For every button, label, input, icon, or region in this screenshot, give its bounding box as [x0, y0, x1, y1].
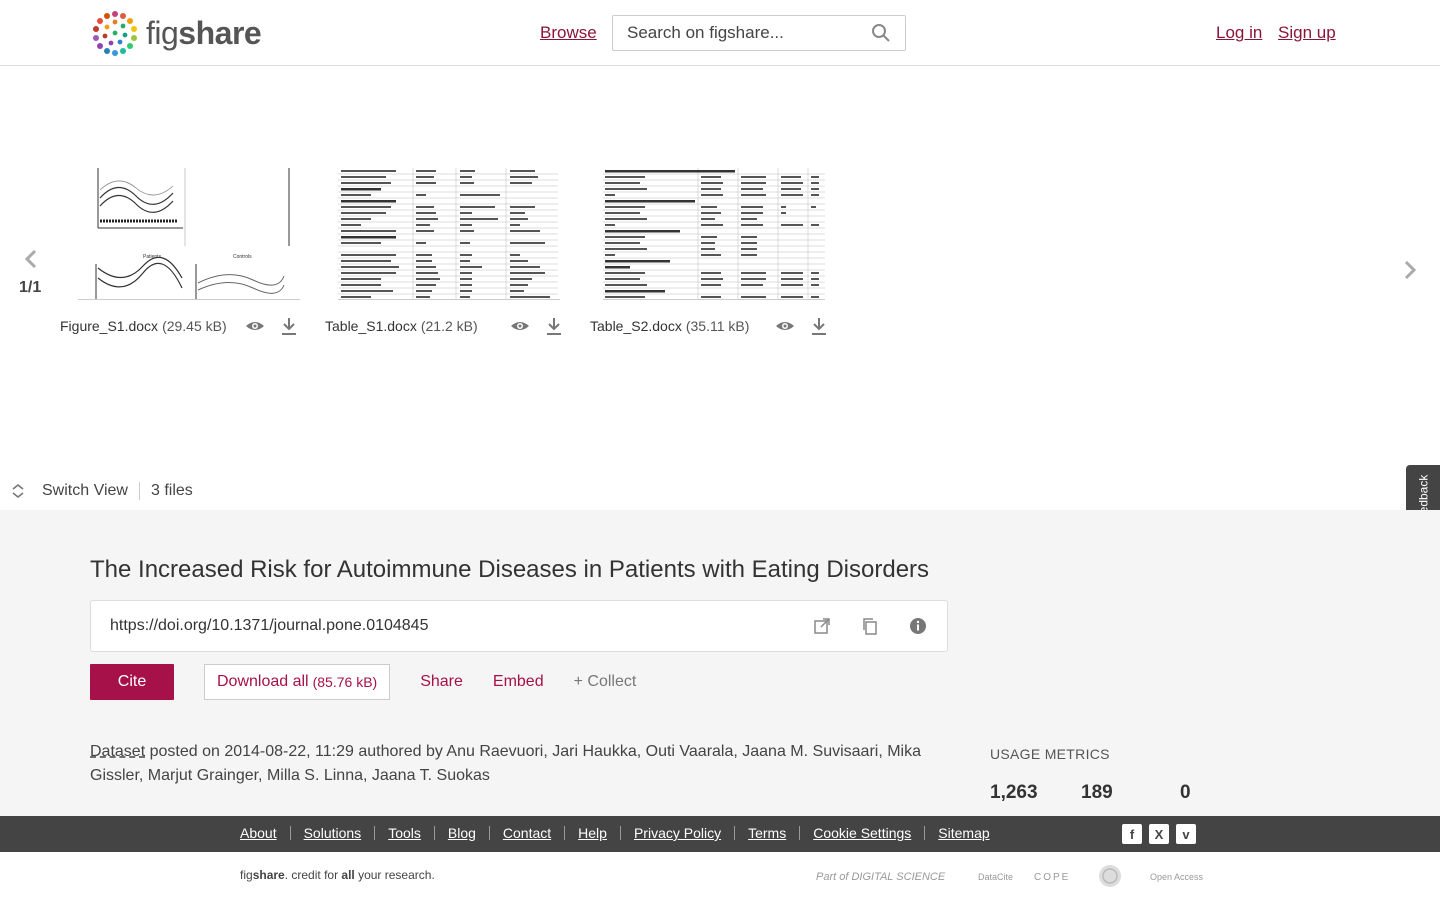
- file-count: 3 files: [150, 482, 193, 499]
- vimeo-icon[interactable]: v: [1176, 824, 1196, 844]
- file-size: (21.2 kB): [420, 318, 478, 334]
- embed-button[interactable]: Embed: [493, 673, 544, 691]
- expand-collapse-icon[interactable]: [10, 483, 26, 499]
- eye-icon[interactable]: [510, 316, 530, 336]
- footer-link-terms[interactable]: Terms: [748, 825, 786, 841]
- file-thumbnail[interactable]: Patients Controls: [78, 168, 300, 300]
- footer-link-sitemap[interactable]: Sitemap: [938, 825, 989, 841]
- logo-text: figshare: [146, 14, 262, 51]
- footer-link-privacy[interactable]: Privacy Policy: [634, 825, 721, 841]
- search-input[interactable]: Search on figshare...: [612, 15, 906, 51]
- doi-box: https://doi.org/10.1371/journal.pone.010…: [90, 600, 948, 652]
- footer-link-contact[interactable]: Contact: [503, 825, 551, 841]
- page-title: The Increased Risk for Autoimmune Diseas…: [90, 556, 930, 583]
- cite-button[interactable]: Cite: [90, 664, 174, 700]
- x-twitter-icon[interactable]: X: [1149, 824, 1169, 844]
- footer-link-blog[interactable]: Blog: [448, 825, 476, 841]
- footer-link-tools[interactable]: Tools: [388, 825, 421, 841]
- download-icon[interactable]: [544, 316, 564, 336]
- item-type[interactable]: Dataset: [90, 743, 145, 760]
- footer-tagline: figshare. credit for all your research.: [240, 868, 435, 882]
- file-card[interactable]: Table_S1.docx (21.2 kB): [325, 168, 561, 335]
- metric-views: 1,263: [990, 782, 1038, 803]
- doi-link[interactable]: https://doi.org/10.1371/journal.pone.010…: [110, 617, 784, 635]
- share-button[interactable]: Share: [420, 673, 463, 691]
- digital-science-logo[interactable]: Part of DIGITAL SCIENCE: [816, 864, 945, 890]
- eye-icon[interactable]: [775, 316, 795, 336]
- cope-logo[interactable]: COPE: [1034, 864, 1070, 890]
- file-meta: Table_S1.docx (21.2 kB): [325, 316, 564, 336]
- signup-link[interactable]: Sign up: [1278, 23, 1336, 43]
- svg-text:Controls: Controls: [233, 254, 252, 260]
- datacite-logo[interactable]: DataCite: [978, 864, 1013, 890]
- file-carousel: 1/1 Patients Controls Figure_S1.docx (29…: [0, 66, 1440, 565]
- metric-downloads: 189: [1081, 782, 1113, 803]
- figshare-logo[interactable]: figshare: [90, 8, 262, 58]
- login-link[interactable]: Log in: [1216, 23, 1262, 43]
- facebook-icon[interactable]: f: [1122, 824, 1142, 844]
- file-size: (29.45 kB): [162, 318, 227, 334]
- chevron-left-icon[interactable]: [22, 248, 40, 270]
- switch-view-bar: Switch View 3 files: [10, 482, 193, 500]
- footer-nav: About Solutions Tools Blog Contact Help …: [0, 816, 1440, 852]
- download-icon[interactable]: [279, 316, 299, 336]
- open-access-logo[interactable]: Open Access: [1150, 864, 1203, 890]
- file-thumbnail[interactable]: [338, 168, 560, 300]
- site-header: figshare Browse Search on figshare... Lo…: [0, 0, 1440, 66]
- info-icon[interactable]: [908, 616, 928, 636]
- switch-view-button[interactable]: Switch View: [42, 482, 128, 500]
- eye-icon[interactable]: [245, 316, 265, 336]
- footer-link-help[interactable]: Help: [578, 825, 607, 841]
- footer-bottom: figshare. credit for all your research. …: [0, 852, 1440, 900]
- divider: [138, 482, 140, 500]
- posted-authors: posted on 2014-08-22, 11:29 authored by …: [90, 743, 921, 784]
- file-size: (35.11 kB): [685, 318, 750, 334]
- chevron-right-icon[interactable]: [1401, 259, 1419, 281]
- file-thumbnail[interactable]: [603, 168, 825, 300]
- footer-link-about[interactable]: About: [240, 825, 277, 841]
- file-name[interactable]: Table_S2.docx: [590, 318, 682, 334]
- usage-metrics-label: USAGE METRICS: [990, 746, 1110, 762]
- download-all-label: Download all: [217, 673, 309, 690]
- collect-button[interactable]: + Collect: [574, 673, 637, 691]
- seal-icon[interactable]: [1098, 864, 1122, 888]
- download-all-button[interactable]: Download all (85.76 kB): [204, 664, 391, 700]
- file-meta: Table_S2.docx (35.11 kB): [590, 316, 829, 336]
- external-link-icon[interactable]: [812, 616, 832, 636]
- download-all-size: (85.76 kB): [312, 674, 378, 690]
- file-card[interactable]: Table_S2.docx (35.11 kB): [590, 168, 827, 335]
- item-details: The Increased Risk for Autoimmune Diseas…: [0, 510, 1440, 816]
- file-card[interactable]: Patients Controls Figure_S1.docx (29.45 …: [60, 168, 300, 335]
- copy-icon[interactable]: [860, 616, 880, 636]
- browse-link[interactable]: Browse: [540, 23, 597, 43]
- file-name[interactable]: Table_S1.docx: [325, 318, 417, 334]
- footer-link-cookies[interactable]: Cookie Settings: [813, 825, 911, 841]
- metric-citations: 0: [1180, 782, 1191, 803]
- search-icon[interactable]: [871, 23, 891, 43]
- file-meta: Figure_S1.docx (29.45 kB): [60, 316, 299, 336]
- item-byline: Dataset posted on 2014-08-22, 11:29 auth…: [90, 740, 940, 788]
- figshare-logo-icon: [93, 11, 137, 56]
- search-placeholder: Search on figshare...: [627, 23, 784, 42]
- action-bar: Cite Download all (85.76 kB) Share Embed…: [90, 664, 636, 700]
- file-name[interactable]: Figure_S1.docx: [60, 318, 158, 334]
- page-indicator: 1/1: [19, 279, 42, 296]
- download-icon[interactable]: [809, 316, 829, 336]
- footer-links: About Solutions Tools Blog Contact Help …: [240, 825, 990, 841]
- footer-link-solutions[interactable]: Solutions: [304, 825, 362, 841]
